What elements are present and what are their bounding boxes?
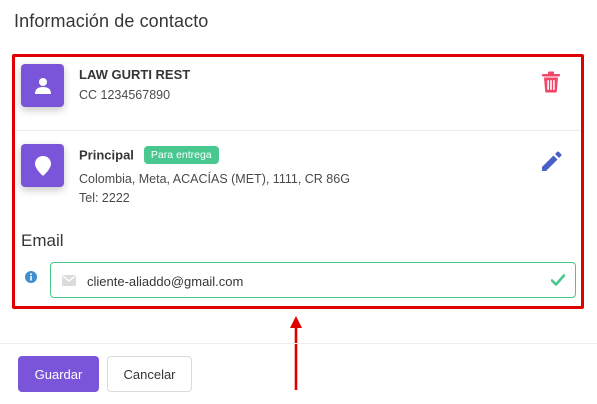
envelope-icon [62, 275, 76, 286]
email-field[interactable] [50, 262, 576, 298]
pencil-icon[interactable] [540, 151, 562, 173]
email-input[interactable] [87, 271, 527, 291]
email-label: Email [21, 231, 64, 250]
footer-divider [0, 343, 597, 344]
user-icon [21, 64, 64, 107]
annotation-arrow [290, 316, 302, 390]
row-divider [15, 130, 581, 131]
customer-document: CC 1234567890 [79, 88, 171, 102]
address-header: Principal Para entrega [79, 146, 350, 165]
save-button[interactable]: Guardar [18, 356, 99, 392]
address-label: Principal [79, 147, 134, 163]
trash-icon[interactable] [541, 71, 561, 93]
cancel-button[interactable]: Cancelar [107, 356, 192, 392]
check-icon [551, 274, 565, 286]
address-line: Colombia, Meta, ACACÍAS (MET), 1111, CR … [79, 172, 350, 186]
info-circle-icon[interactable] [25, 271, 37, 283]
address-phone: Tel: 2222 [79, 191, 130, 205]
address-row: Principal Para entrega Colombia, Meta, AC… [21, 144, 576, 208]
modal-title: Información de contacto [14, 11, 209, 31]
delivery-tag: Para entrega [143, 146, 219, 164]
customer-info: LAW GURTI REST CC 1234567890 [79, 67, 190, 102]
map-marker-icon [21, 144, 64, 187]
customer-row: LAW GURTI REST CC 1234567890 [21, 64, 576, 116]
customer-name: LAW GURTI REST [79, 67, 191, 82]
address-info: Principal Para entrega Colombia, Meta, AC… [79, 146, 350, 205]
